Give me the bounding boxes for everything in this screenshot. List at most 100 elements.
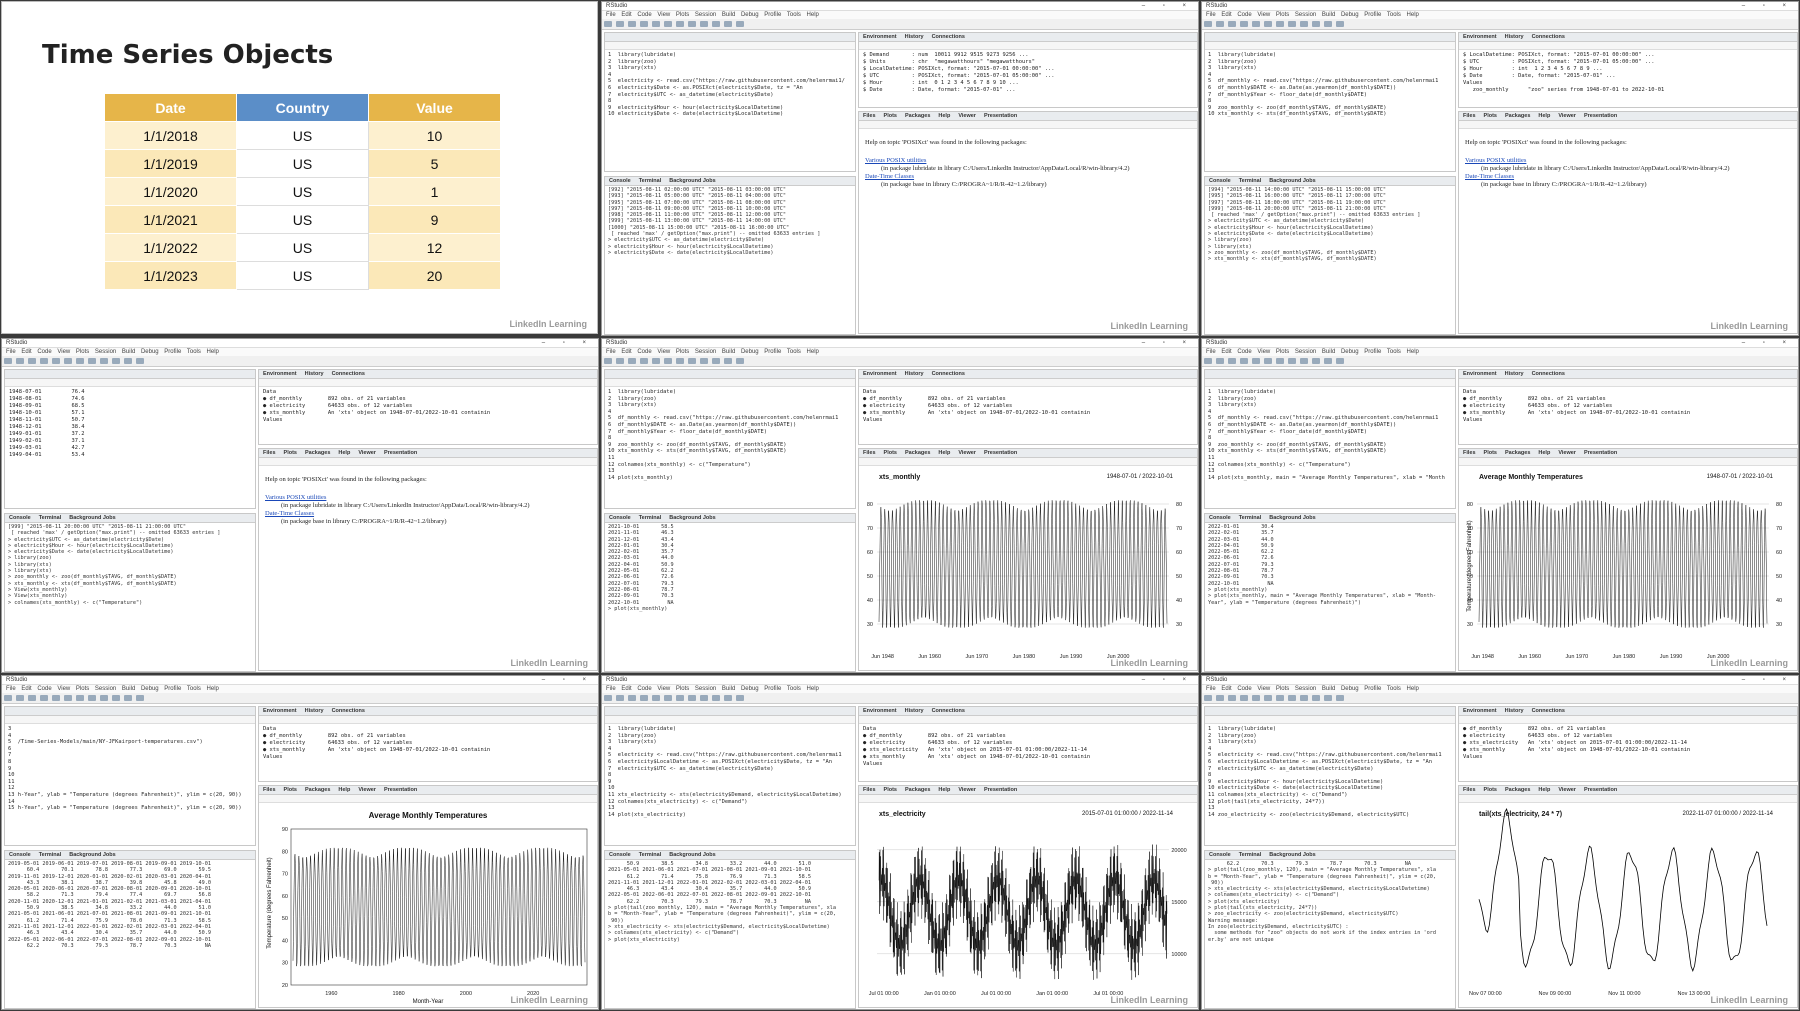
pane-tab[interactable]: Presentation	[1584, 450, 1617, 456]
toolbar-icon[interactable]	[628, 21, 636, 27]
console-output[interactable]: [999] "2015-08-11 20:00:00 UTC" "2015-08…	[5, 523, 255, 607]
pane-tab[interactable]: History	[1505, 708, 1524, 714]
pane-tab[interactable]: Plots	[884, 450, 897, 456]
pane-tab[interactable]: Files	[1463, 113, 1476, 119]
toolbar-icon[interactable]	[688, 695, 696, 701]
toolbar-icon[interactable]	[1216, 695, 1224, 701]
toolbar-icon[interactable]	[1204, 21, 1212, 27]
pane-tab[interactable]: Presentation	[384, 450, 417, 456]
pane-tab[interactable]: Files	[1463, 787, 1476, 793]
toolbar-icon[interactable]	[1276, 358, 1284, 364]
toolbar-icon[interactable]	[100, 358, 108, 364]
help-link-posix[interactable]: Various POSIX utilities	[865, 157, 926, 164]
toolbar-icon[interactable]	[652, 21, 660, 27]
pane-tab[interactable]: Viewer	[1558, 787, 1576, 793]
pane-tab[interactable]: Viewer	[958, 787, 976, 793]
pane-tab[interactable]: Background Jobs	[669, 515, 715, 521]
menu-bar[interactable]: File Edit Code View Plots Session Build …	[2, 685, 598, 693]
pane-tab[interactable]: Plots	[284, 787, 297, 793]
toolbar-icon[interactable]	[1228, 358, 1236, 364]
pane-tab[interactable]: Connections	[1532, 371, 1565, 377]
pane-tab[interactable]: Connections	[932, 34, 965, 40]
toolbar-icon[interactable]	[1300, 21, 1308, 27]
toolbar-icon[interactable]	[736, 695, 744, 701]
toolbar-icon[interactable]	[700, 358, 708, 364]
window-controls[interactable]: – ▫ ×	[1142, 676, 1194, 685]
toolbar-icon[interactable]	[712, 21, 720, 27]
toolbar-icon[interactable]	[1312, 21, 1320, 27]
toolbar-icon[interactable]	[700, 695, 708, 701]
pane-tab[interactable]: Connections	[1532, 34, 1565, 40]
help-link-posix[interactable]: Various POSIX utilities	[265, 494, 326, 501]
toolbar-icon[interactable]	[16, 695, 24, 701]
window-controls[interactable]: – ▫ ×	[1142, 339, 1194, 348]
pane-tab[interactable]: Help	[338, 787, 350, 793]
menu-bar[interactable]: File Edit Code View Plots Session Build …	[602, 685, 1198, 693]
toolbar-icon[interactable]	[1324, 21, 1332, 27]
toolbar-icon[interactable]	[664, 358, 672, 364]
window-controls[interactable]: – ▫ ×	[1142, 2, 1194, 11]
pane-tab[interactable]: Background Jobs	[669, 852, 715, 858]
toolbar-icon[interactable]	[136, 358, 144, 364]
toolbar-icon[interactable]	[4, 358, 12, 364]
toolbar-icon[interactable]	[52, 695, 60, 701]
toolbar-icon[interactable]	[40, 358, 48, 364]
toolbar-icon[interactable]	[112, 358, 120, 364]
toolbar-icon[interactable]	[76, 358, 84, 364]
code-editor[interactable]: 1 library(lubridate) 2 library(zoo) 3 li…	[605, 387, 855, 483]
pane-tab[interactable]: Environment	[1463, 371, 1497, 377]
toolbar-icon[interactable]	[604, 358, 612, 364]
pane-tab[interactable]: Connections	[932, 371, 965, 377]
pane-tab[interactable]: Viewer	[958, 450, 976, 456]
toolbar-icon[interactable]	[1228, 21, 1236, 27]
pane-tab[interactable]: Files	[863, 787, 876, 793]
pane-tab[interactable]: Packages	[305, 450, 330, 456]
toolbar-icon[interactable]	[640, 21, 648, 27]
toolbar-icon[interactable]	[1300, 358, 1308, 364]
toolbar-icon[interactable]	[616, 695, 624, 701]
toolbar-icon[interactable]	[724, 358, 732, 364]
pane-tab[interactable]: History	[1505, 34, 1524, 40]
pane-tab[interactable]: Environment	[863, 708, 897, 714]
menu-bar[interactable]: File Edit Code View Plots Session Build …	[2, 348, 598, 356]
help-link-datetime[interactable]: Date-Time Classes	[265, 510, 314, 517]
toolbar-icon[interactable]	[1228, 695, 1236, 701]
pane-tab[interactable]: Console	[609, 178, 631, 184]
console-output[interactable]: 50.9 38.5 34.8 33.2 44.0 51.0 2021-05-01…	[605, 860, 855, 944]
pane-tab[interactable]: Presentation	[1584, 787, 1617, 793]
console-output[interactable]: 2019-05-01 2019-06-01 2019-07-01 2019-08…	[5, 860, 255, 950]
toolbar-icon[interactable]	[1216, 21, 1224, 27]
toolbar-icon[interactable]	[112, 695, 120, 701]
toolbar-icon[interactable]	[16, 358, 24, 364]
pane-tab[interactable]: Console	[9, 852, 31, 858]
toolbar-icon[interactable]	[676, 358, 684, 364]
pane-tab[interactable]: Connections	[1532, 708, 1565, 714]
pane-tab[interactable]: Packages	[305, 787, 330, 793]
toolbar-icon[interactable]	[1264, 358, 1272, 364]
toolbar-icon[interactable]	[1336, 695, 1344, 701]
pane-tab[interactable]: Terminal	[639, 852, 662, 858]
code-editor[interactable]: 3 4 5 /Time-Series-Models/main/NY-JFKair…	[5, 724, 255, 814]
pane-tab[interactable]: Viewer	[1558, 450, 1576, 456]
pane-tab[interactable]: Console	[9, 515, 31, 521]
pane-tab[interactable]: Packages	[905, 113, 930, 119]
toolbar-icon[interactable]	[688, 358, 696, 364]
toolbar-icon[interactable]	[100, 695, 108, 701]
toolbar-icon[interactable]	[28, 695, 36, 701]
toolbar-icon[interactable]	[1312, 695, 1320, 701]
toolbar-icon[interactable]	[724, 695, 732, 701]
console-output[interactable]: [994] "2015-08-11 14:00:00 UTC" "2015-08…	[1205, 186, 1455, 264]
toolbar-icon[interactable]	[652, 358, 660, 364]
toolbar-icon[interactable]	[676, 695, 684, 701]
code-editor[interactable]: 1 library(lubridate) 2 library(zoo) 3 li…	[1205, 387, 1455, 483]
pane-tab[interactable]: Viewer	[1558, 113, 1576, 119]
toolbar-icon[interactable]	[616, 21, 624, 27]
pane-tab[interactable]: Presentation	[984, 113, 1017, 119]
pane-tab[interactable]: Terminal	[639, 178, 662, 184]
pane-tab[interactable]: Terminal	[39, 515, 62, 521]
toolbar-icon[interactable]	[1252, 695, 1260, 701]
pane-tab[interactable]: History	[905, 371, 924, 377]
pane-tab[interactable]: Console	[1209, 852, 1231, 858]
toolbar-icon[interactable]	[1204, 358, 1212, 364]
pane-tab[interactable]: Help	[938, 450, 950, 456]
